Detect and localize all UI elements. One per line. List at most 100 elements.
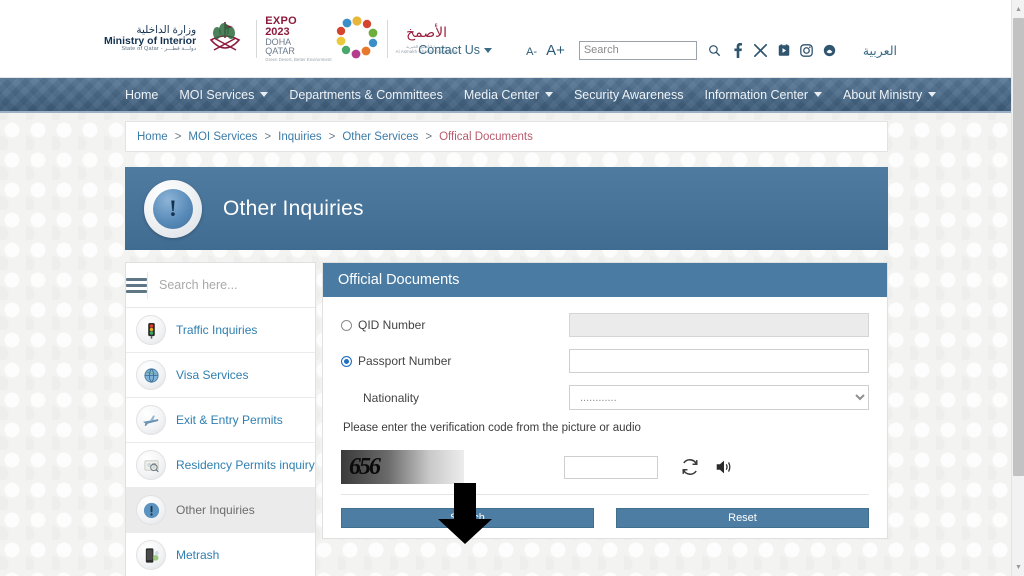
expo-logo-text: EXPO 2023 DOHA QATAR Green Desert, Bette…	[265, 15, 332, 62]
instagram-icon[interactable]	[800, 43, 814, 58]
breadcrumb-item-inquiries[interactable]: Inquiries	[278, 131, 321, 143]
nav-label: Information Center	[704, 87, 809, 102]
sidebar-item-metrash[interactable]: Metrash	[126, 533, 315, 576]
expo-line-4: QATAR	[265, 45, 295, 56]
font-increase-button[interactable]: A+	[546, 42, 565, 59]
search-button[interactable]: Search	[341, 508, 594, 528]
qid-row: QID Number	[341, 313, 869, 337]
passport-radio-button[interactable]	[341, 355, 352, 367]
captcha-hint: Please enter the verification code from …	[343, 422, 641, 434]
nationality-row: Nationality ............	[341, 385, 869, 410]
header-utility-bar: Contact Us A- A+ Search العربية	[418, 38, 897, 62]
nav-item-information-center[interactable]: Information Center	[704, 87, 823, 102]
main-navigation: Home MOI Services Departments & Committe…	[0, 78, 1011, 113]
qatar-crest-icon	[202, 16, 248, 62]
expo-2023-logo[interactable]: EXPO 2023 DOHA QATAR Green Desert, Bette…	[265, 15, 378, 64]
breadcrumb-separator: >	[264, 130, 272, 143]
nationality-select[interactable]: ............	[569, 385, 869, 410]
breadcrumb-separator: >	[425, 130, 433, 143]
nav-item-departments-committees[interactable]: Departments & Committees	[289, 88, 443, 102]
expo-line-5: Green Desert, Better Environment	[265, 56, 332, 62]
nav-item-home[interactable]: Home	[125, 88, 158, 102]
passport-radio-option[interactable]: Passport Number	[341, 354, 569, 368]
logo-divider-1	[256, 20, 258, 58]
vertical-scrollbar[interactable]: ▲ ▼	[1011, 0, 1024, 576]
logo-divider-2	[386, 20, 388, 58]
sidebar-item-label: Other Inquiries	[176, 503, 255, 517]
reset-button[interactable]: Reset	[616, 508, 869, 528]
passport-row: Passport Number	[341, 349, 869, 373]
ministry-logo[interactable]: وزارة الداخلية Ministry of Interior Stat…	[104, 25, 202, 53]
font-decrease-button[interactable]: A-	[526, 46, 537, 58]
page-title: Other Inquiries	[223, 196, 364, 220]
chevron-down-icon	[484, 47, 493, 53]
nav-item-security-awareness[interactable]: Security Awareness	[574, 88, 684, 102]
snapchat-icon[interactable]	[823, 43, 837, 58]
nav-label: About Ministry	[843, 87, 923, 102]
sidebar-item-label: Visa Services	[176, 368, 249, 382]
ministry-logo-subtitle: State of Qatar - دولـــة قطـــر	[121, 46, 197, 53]
scroll-down-arrow[interactable]: ▼	[1012, 560, 1024, 574]
refresh-icon[interactable]	[680, 457, 700, 477]
expo-flower-wreath-icon	[335, 15, 379, 64]
chevron-down-icon	[260, 92, 269, 97]
visa-globe-icon	[136, 360, 166, 390]
contact-us-label: Contact Us	[418, 43, 481, 57]
nationality-label: Nationality	[363, 390, 420, 405]
arabic-language-link[interactable]: العربية	[863, 43, 897, 58]
youtube-icon[interactable]	[777, 43, 791, 58]
traffic-light-icon	[136, 315, 166, 345]
qid-radio-option[interactable]: QID Number	[341, 318, 569, 332]
social-links	[708, 42, 837, 58]
sidebar-item-label: Exit & Entry Permits	[176, 413, 283, 427]
airplane-icon	[136, 405, 166, 435]
exclamation-icon: !	[144, 179, 202, 238]
nav-item-moi-services[interactable]: MOI Services	[179, 87, 269, 102]
sidebar-search-input[interactable]	[148, 277, 315, 293]
scroll-up-arrow[interactable]: ▲	[1012, 2, 1024, 16]
breadcrumb-item-current: Offical Documents	[439, 130, 533, 143]
chevron-down-icon	[928, 92, 937, 97]
nav-item-about-ministry[interactable]: About Ministry	[843, 87, 937, 102]
chevron-down-icon	[544, 92, 553, 97]
sidebar-item-label: Traffic Inquiries	[176, 323, 258, 337]
breadcrumb-item-other-services[interactable]: Other Services	[342, 131, 418, 143]
contact-us-menu[interactable]: Contact Us	[418, 43, 493, 57]
passport-label: Passport Number	[358, 354, 452, 368]
breadcrumb-separator: >	[174, 130, 182, 143]
nav-item-media-center[interactable]: Media Center	[464, 88, 553, 102]
sidebar-item-visa-services[interactable]: Visa Services	[126, 353, 315, 398]
sidebar-item-label: Metrash	[176, 548, 220, 562]
captcha-input[interactable]	[564, 455, 658, 479]
qid-input[interactable]	[569, 313, 869, 337]
official-documents-panel: Official Documents QID Number Passport N…	[322, 262, 888, 539]
hamburger-menu-icon[interactable]	[126, 271, 148, 299]
service-sidebar: Traffic Inquiries Visa Services Exit & E…	[125, 262, 316, 576]
sidebar-item-label: Residency Permits inquiry	[176, 458, 315, 472]
sidebar-item-exit-entry-permits[interactable]: Exit & Entry Permits	[126, 398, 315, 443]
nav-label: Security Awareness	[573, 87, 684, 102]
nav-label: MOI Services	[179, 87, 255, 102]
mobile-phone-icon	[136, 540, 166, 570]
header-search-input[interactable]	[578, 40, 697, 60]
font-size-controls: A- A+	[526, 42, 565, 59]
facebook-icon[interactable]	[731, 42, 745, 58]
form-actions: Search Reset	[341, 494, 869, 538]
qid-radio-button[interactable]	[341, 319, 352, 331]
breadcrumb-item-home[interactable]: Home	[137, 131, 168, 143]
breadcrumb-separator: >	[328, 130, 336, 143]
sidebar-item-other-inquiries[interactable]: Other Inquiries	[126, 488, 315, 533]
page-banner: ! Other Inquiries	[125, 167, 888, 250]
speaker-icon[interactable]	[714, 457, 734, 477]
hamburger-line	[126, 289, 147, 293]
search-icon[interactable]	[708, 43, 722, 58]
site-header: وزارة الداخلية Ministry of Interior Stat…	[0, 0, 1011, 78]
sidebar-item-residency-permits-inquiry[interactable]: Residency Permits inquiry	[126, 443, 315, 488]
nav-label: Media Center	[463, 87, 539, 102]
breadcrumb-item-moi-services[interactable]: MOI Services	[188, 131, 257, 143]
sidebar-item-traffic-inquiries[interactable]: Traffic Inquiries	[126, 308, 315, 353]
passport-input[interactable]	[569, 349, 869, 373]
nav-label: Home	[125, 87, 159, 102]
scrollbar-thumb[interactable]	[1013, 18, 1024, 476]
x-twitter-icon[interactable]	[754, 43, 768, 58]
